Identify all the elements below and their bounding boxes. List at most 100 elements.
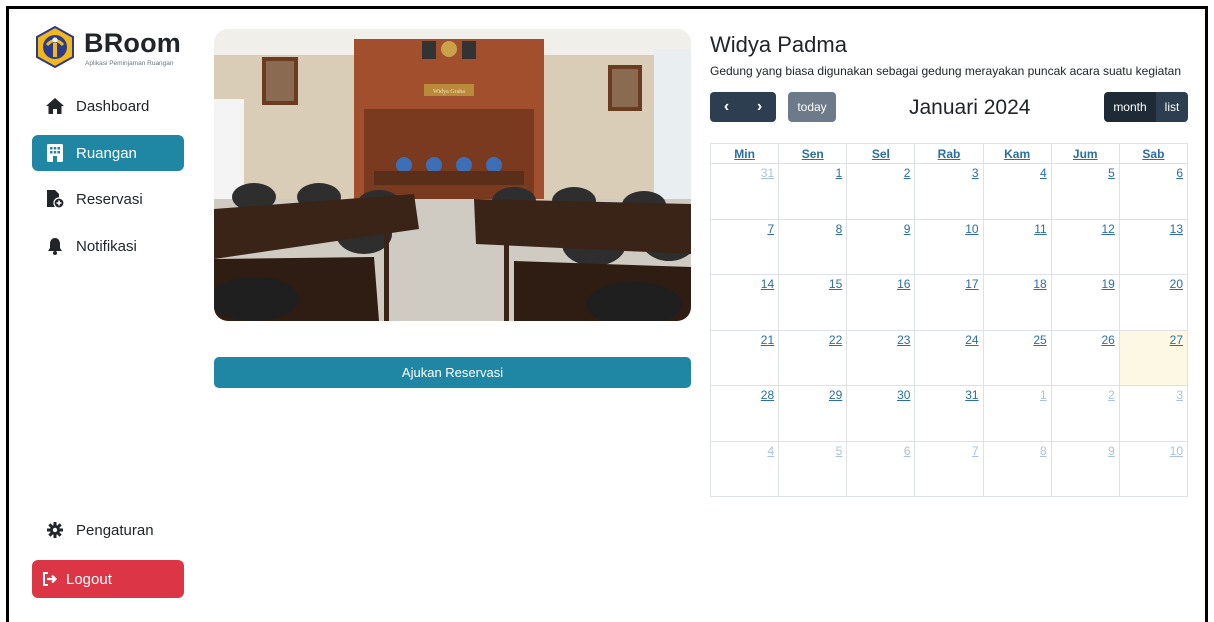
calendar-day-cell[interactable]: 3 [914,163,984,220]
calendar-day-cell[interactable]: 5 [1050,163,1120,220]
brand[interactable]: BRoom Aplikasi Peminjaman Ruangan [32,24,184,72]
day-number[interactable]: 28 [761,388,774,402]
calendar-day-cell[interactable]: 2 [846,163,916,220]
calendar-day-cell[interactable]: 21 [709,329,780,386]
weekday-header[interactable]: Sel [846,143,916,164]
calendar-day-cell[interactable]: 13 [1118,218,1189,275]
calendar-day-cell[interactable]: 17 [914,274,984,331]
calendar-day-cell[interactable]: 30 [846,385,916,442]
calendar-day-cell[interactable]: 3 [1118,385,1189,442]
calendar-day-cell[interactable]: 31 [709,163,780,220]
day-number[interactable]: 1 [1040,388,1047,402]
calendar-day-cell[interactable]: 6 [1118,163,1189,220]
calendar-day-cell[interactable]: 9 [846,218,916,275]
day-number[interactable]: 6 [904,444,911,458]
ajukan-reservasi-button[interactable]: Ajukan Reservasi [214,357,691,388]
calendar-day-cell[interactable]: 8 [982,440,1052,497]
calendar-day-cell[interactable]: 7 [914,440,984,497]
calendar-prev-button[interactable]: ‹ [710,92,743,122]
calendar-day-cell[interactable]: 9 [1050,440,1120,497]
calendar-day-cell[interactable]: 22 [778,329,848,386]
view-month-button[interactable]: month [1104,92,1156,122]
weekday-header[interactable]: Sab [1118,143,1189,164]
calendar-day-cell[interactable]: 15 [778,274,848,331]
weekday-header[interactable]: Jum [1050,143,1120,164]
day-number[interactable]: 26 [1101,333,1114,347]
calendar-day-cell[interactable]: 29 [778,385,848,442]
day-number[interactable]: 16 [897,277,910,291]
calendar-day-cell[interactable]: 1 [778,163,848,220]
day-number[interactable]: 22 [829,333,842,347]
day-number[interactable]: 4 [767,444,774,458]
weekday-header[interactable]: Sen [778,143,848,164]
calendar-day-cell[interactable]: 19 [1050,274,1120,331]
calendar-day-cell[interactable]: 6 [846,440,916,497]
calendar-day-cell[interactable]: 4 [709,440,780,497]
day-number[interactable]: 13 [1170,222,1183,236]
day-number[interactable]: 15 [829,277,842,291]
calendar-day-cell[interactable]: 16 [846,274,916,331]
sidebar-item-dashboard[interactable]: Dashboard [32,88,184,124]
day-number[interactable]: 5 [836,444,843,458]
day-number[interactable]: 9 [1108,444,1115,458]
calendar-day-cell[interactable]: 25 [982,329,1052,386]
sidebar-item-notifikasi[interactable]: Notifikasi [32,228,184,264]
day-number[interactable]: 8 [836,222,843,236]
day-number[interactable]: 7 [972,444,979,458]
sidebar-item-ruangan[interactable]: Ruangan [32,135,184,171]
calendar-day-cell[interactable]: 26 [1050,329,1120,386]
day-number[interactable]: 10 [1170,444,1183,458]
calendar-day-cell[interactable]: 20 [1118,274,1189,331]
weekday-header[interactable]: Rab [914,143,984,164]
day-number[interactable]: 8 [1040,444,1047,458]
day-number[interactable]: 30 [897,388,910,402]
sidebar-item-reservasi[interactable]: Reservasi [32,181,184,217]
day-number[interactable]: 2 [904,166,911,180]
calendar-day-cell[interactable]: 14 [709,274,780,331]
calendar-day-cell[interactable]: 10 [1118,440,1189,497]
calendar-day-cell[interactable]: 23 [846,329,916,386]
day-number[interactable]: 3 [1176,388,1183,402]
calendar-day-cell[interactable]: 31 [914,385,984,442]
day-number[interactable]: 29 [829,388,842,402]
day-number[interactable]: 5 [1108,166,1115,180]
calendar-day-cell[interactable]: 10 [914,218,984,275]
day-number[interactable]: 10 [965,222,978,236]
calendar-day-cell[interactable]: 18 [982,274,1052,331]
calendar-day-cell[interactable]: 8 [778,218,848,275]
day-number[interactable]: 31 [761,166,774,180]
day-number[interactable]: 19 [1101,277,1114,291]
day-number[interactable]: 23 [897,333,910,347]
calendar-day-cell-today[interactable]: 27 [1118,329,1189,386]
day-number[interactable]: 6 [1176,166,1183,180]
calendar-day-cell[interactable]: 24 [914,329,984,386]
calendar-day-cell[interactable]: 2 [1050,385,1120,442]
calendar-today-button[interactable]: today [788,92,836,122]
logout-button[interactable]: Logout [32,560,184,598]
day-number[interactable]: 17 [965,277,978,291]
day-number[interactable]: 24 [965,333,978,347]
day-number[interactable]: 25 [1033,333,1046,347]
calendar-day-cell[interactable]: 11 [982,218,1052,275]
calendar-day-cell[interactable]: 7 [709,218,780,275]
day-number[interactable]: 2 [1108,388,1115,402]
calendar-day-cell[interactable]: 5 [778,440,848,497]
day-number[interactable]: 9 [904,222,911,236]
calendar-day-cell[interactable]: 4 [982,163,1052,220]
day-number[interactable]: 20 [1170,277,1183,291]
day-number[interactable]: 3 [972,166,979,180]
calendar-day-cell[interactable]: 1 [982,385,1052,442]
weekday-header[interactable]: Min [709,143,780,164]
day-number[interactable]: 27 [1170,333,1183,347]
weekday-header[interactable]: Kam [982,143,1052,164]
day-number[interactable]: 7 [767,222,774,236]
day-number[interactable]: 21 [761,333,774,347]
day-number[interactable]: 11 [1034,222,1046,236]
calendar-next-button[interactable]: › [743,92,776,122]
day-number[interactable]: 1 [836,166,843,180]
day-number[interactable]: 12 [1101,222,1114,236]
day-number[interactable]: 4 [1040,166,1047,180]
calendar-day-cell[interactable]: 28 [709,385,780,442]
sidebar-item-pengaturan[interactable]: Pengaturan [32,512,184,548]
view-list-button[interactable]: list [1156,92,1188,122]
